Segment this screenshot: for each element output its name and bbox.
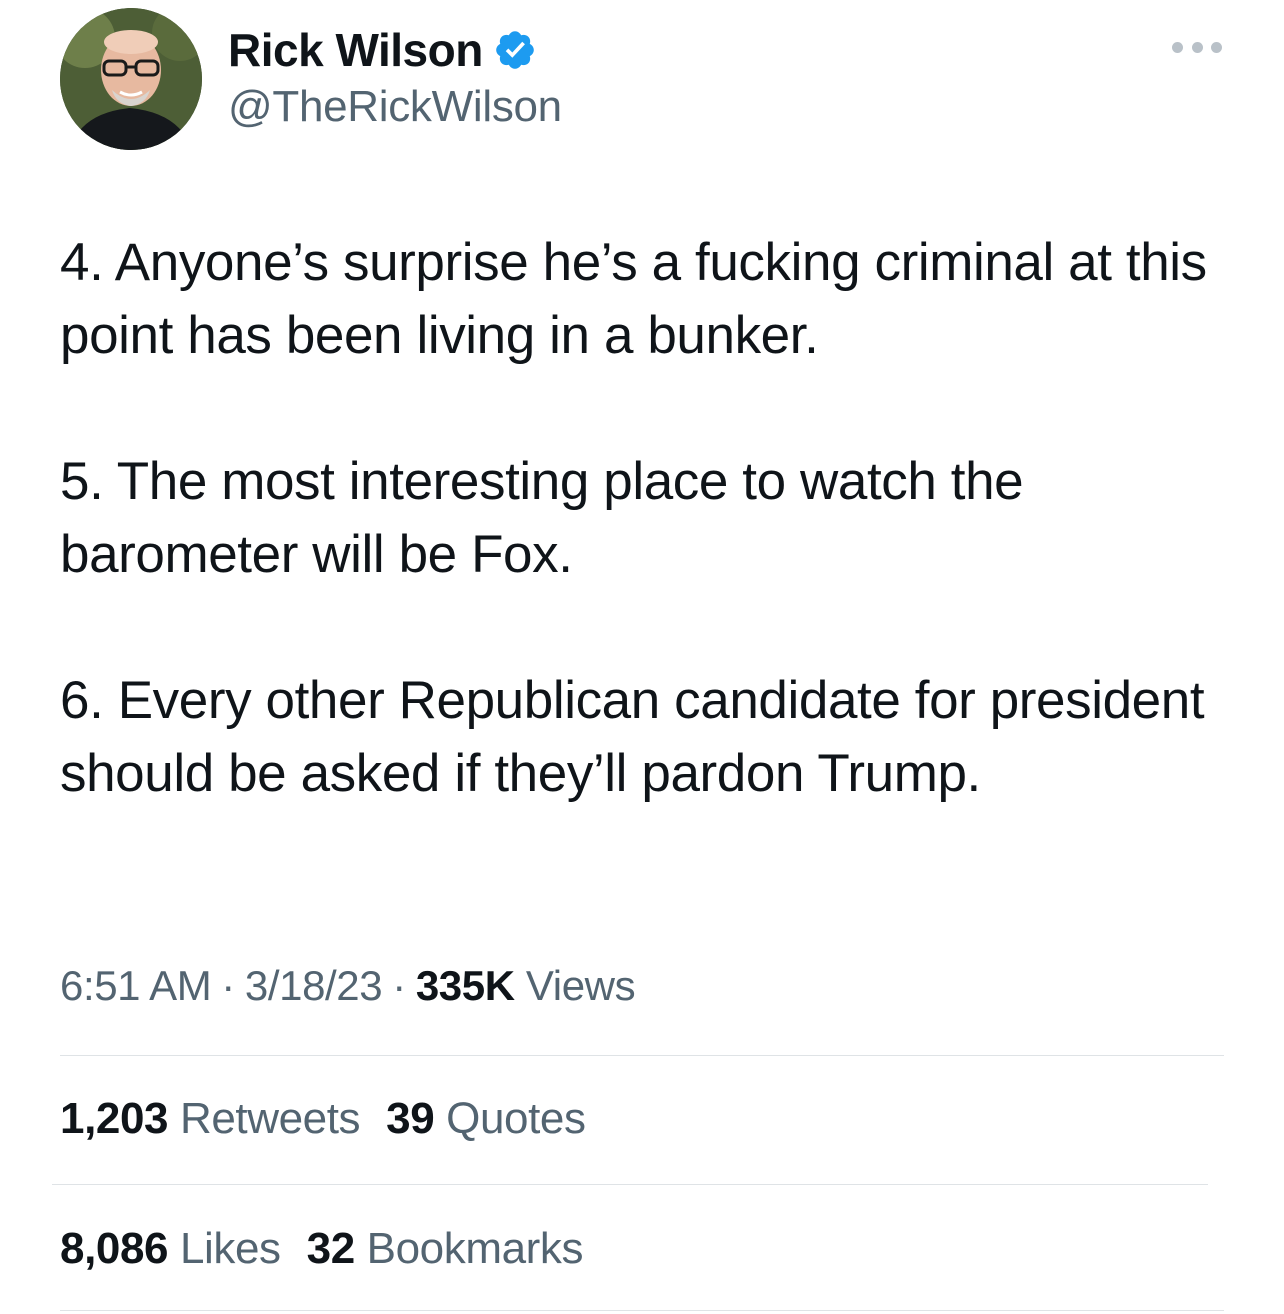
likes-count: 8,086: [60, 1224, 169, 1273]
bookmarks-label: Bookmarks: [366, 1224, 584, 1273]
more-dot: [1191, 41, 1203, 53]
tweet-date[interactable]: 3/18/23: [245, 962, 383, 1009]
divider: [52, 1184, 1208, 1185]
stats-row-shares: 1,203 Retweets 39 Quotes: [60, 1094, 612, 1144]
stats-row-engagement: 8,086 Likes 32 Bookmarks: [60, 1224, 609, 1274]
retweets-count: 1,203: [60, 1094, 169, 1143]
bookmarks-stat[interactable]: 32 Bookmarks: [306, 1224, 584, 1273]
tweet-paragraph: 4. Anyone’s surprise he’s a fucking crim…: [60, 233, 1222, 365]
author-display-name[interactable]: Rick Wilson: [228, 23, 483, 77]
author-name-row[interactable]: Rick Wilson: [228, 22, 537, 78]
verified-badge-icon: [496, 31, 534, 69]
more-dot: [1211, 41, 1222, 53]
divider: [60, 1055, 1224, 1056]
tweet-time[interactable]: 6:51 AM: [60, 962, 212, 1009]
quotes-label: Quotes: [446, 1094, 586, 1143]
more-dot: [1172, 41, 1183, 53]
views-label: Views: [525, 962, 636, 1009]
views-count: 335K: [415, 962, 515, 1009]
meta-separator: ·: [221, 962, 235, 1009]
tweet-meta: 6:51 AM · 3/18/23 · 335K Views: [60, 962, 636, 1010]
retweets-stat[interactable]: 1,203 Retweets: [60, 1094, 361, 1143]
more-options-icon[interactable]: [1172, 40, 1222, 54]
avatar[interactable]: [60, 8, 202, 150]
tweet-paragraph: 6. Every other Republican candidate for …: [60, 671, 1219, 803]
profile-photo: [60, 8, 202, 150]
quotes-count: 39: [386, 1094, 435, 1143]
likes-stat[interactable]: 8,086 Likes: [60, 1224, 281, 1273]
tweet-text: 4. Anyone’s surprise he’s a fucking crim…: [60, 226, 1230, 810]
divider: [60, 1310, 1224, 1311]
quotes-stat[interactable]: 39 Quotes: [386, 1094, 586, 1143]
bookmarks-count: 32: [306, 1224, 356, 1273]
meta-separator: ·: [392, 962, 406, 1009]
tweet-paragraph: 5. The most interesting place to watch t…: [60, 452, 1038, 584]
retweets-label: Retweets: [179, 1094, 361, 1143]
likes-label: Likes: [179, 1224, 281, 1273]
author-handle[interactable]: @TheRickWilson: [228, 82, 562, 132]
